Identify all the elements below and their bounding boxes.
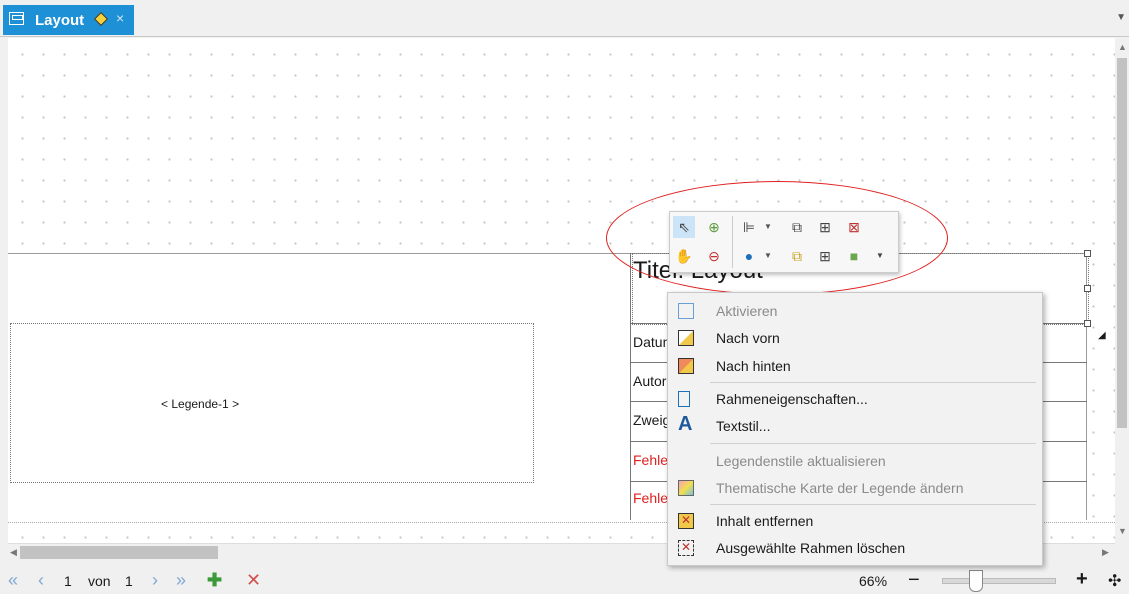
menu-separator	[710, 443, 1036, 444]
menu-item-bring-forward[interactable]: Nach vorn	[668, 326, 1042, 351]
context-menu: Aktivieren Nach vorn Nach hinten Rahmene…	[667, 292, 1043, 566]
legend-label: < Legende-1 >	[161, 397, 240, 411]
menu-item-label: Legendenstile aktualisieren	[716, 453, 886, 469]
add-page-icon[interactable]: ✚	[207, 570, 222, 591]
frame-icon	[678, 303, 694, 319]
page-number[interactable]: 1	[64, 573, 72, 589]
delete-frame-icon: ✕	[678, 540, 694, 556]
menu-item-frame-properties[interactable]: Rahmeneigenschaften...	[668, 387, 1042, 412]
scroll-up-icon[interactable]: ▲	[1118, 42, 1127, 52]
layout-icon	[9, 12, 24, 25]
row-label: Zweig	[633, 412, 671, 428]
resize-handle[interactable]	[1084, 320, 1091, 327]
zoom-in-icon[interactable]: +	[1076, 568, 1088, 591]
tab-overflow-icon[interactable]: ▼	[1116, 12, 1126, 23]
horizontal-scroll-thumb[interactable]	[20, 546, 218, 559]
zoom-slider-thumb[interactable]	[969, 570, 984, 592]
bring-forward-icon	[678, 330, 694, 346]
delete-page-icon[interactable]: ✕	[246, 570, 261, 591]
next-page-icon[interactable]: ›	[152, 570, 158, 591]
send-backward-icon	[678, 358, 694, 374]
resize-handle[interactable]	[1084, 250, 1091, 257]
cursor-icon: ◢	[1098, 330, 1106, 341]
remove-content-icon: ✕	[678, 513, 694, 529]
zoom-level: 66%	[859, 573, 888, 589]
page-total: 1	[125, 573, 133, 589]
tab-layout[interactable]: Layout ×	[3, 5, 134, 35]
menu-item-label: Textstil...	[716, 418, 771, 434]
menu-item-label: Ausgewählte Rahmen löschen	[716, 540, 906, 556]
modified-indicator-icon	[93, 11, 109, 27]
menu-item-remove-content[interactable]: ✕ Inhalt entfernen	[668, 509, 1042, 534]
thematic-map-icon	[678, 480, 694, 496]
menu-separator	[710, 382, 1036, 383]
tab-title: Layout	[35, 12, 85, 29]
scroll-down-icon[interactable]: ▼	[1118, 526, 1127, 536]
scroll-left-icon[interactable]: ◀	[10, 547, 17, 558]
menu-item-text-style[interactable]: A Textstil...	[668, 414, 1042, 439]
zoom-slider[interactable]	[942, 578, 1056, 584]
frame-properties-icon	[678, 391, 690, 407]
menu-item-change-thematic-map[interactable]: Thematische Karte der Legende ändern	[668, 476, 1042, 501]
menu-item-label: Thematische Karte der Legende ändern	[716, 480, 964, 496]
vertical-scroll-thumb[interactable]	[1117, 58, 1127, 428]
menu-item-label: Aktivieren	[716, 303, 778, 319]
tab-strip	[0, 0, 1129, 37]
legend-frame[interactable]	[10, 323, 534, 483]
first-page-icon[interactable]: «	[8, 570, 18, 591]
menu-separator	[710, 504, 1036, 505]
menu-item-label: Inhalt entfernen	[716, 513, 814, 529]
menu-item-update-legend-styles[interactable]: Legendenstile aktualisieren	[668, 449, 1042, 474]
menu-item-send-backward[interactable]: Nach hinten	[668, 354, 1042, 379]
vertical-scrollbar[interactable]: ▲ ▼	[1115, 38, 1129, 543]
menu-item-label: Nach vorn	[716, 330, 780, 346]
menu-item-label: Nach hinten	[716, 358, 791, 374]
menu-item-activate[interactable]: Aktivieren	[668, 299, 1042, 324]
menu-item-delete-frames[interactable]: ✕ Ausgewählte Rahmen löschen	[668, 536, 1042, 561]
page-of-label: von	[88, 573, 111, 589]
tab-close-icon[interactable]: ×	[116, 10, 124, 26]
last-page-icon[interactable]: »	[176, 570, 186, 591]
row-label: Autor	[633, 373, 667, 389]
highlight-ellipse	[606, 181, 948, 295]
resize-handle[interactable]	[1084, 285, 1091, 292]
text-style-icon: A	[678, 413, 693, 435]
menu-item-label: Rahmeneigenschaften...	[716, 391, 868, 407]
prev-page-icon[interactable]: ‹	[38, 570, 44, 591]
scroll-right-icon[interactable]: ▶	[1102, 547, 1109, 558]
fit-page-icon[interactable]: ✣	[1108, 571, 1121, 591]
zoom-out-icon[interactable]: −	[908, 569, 920, 592]
